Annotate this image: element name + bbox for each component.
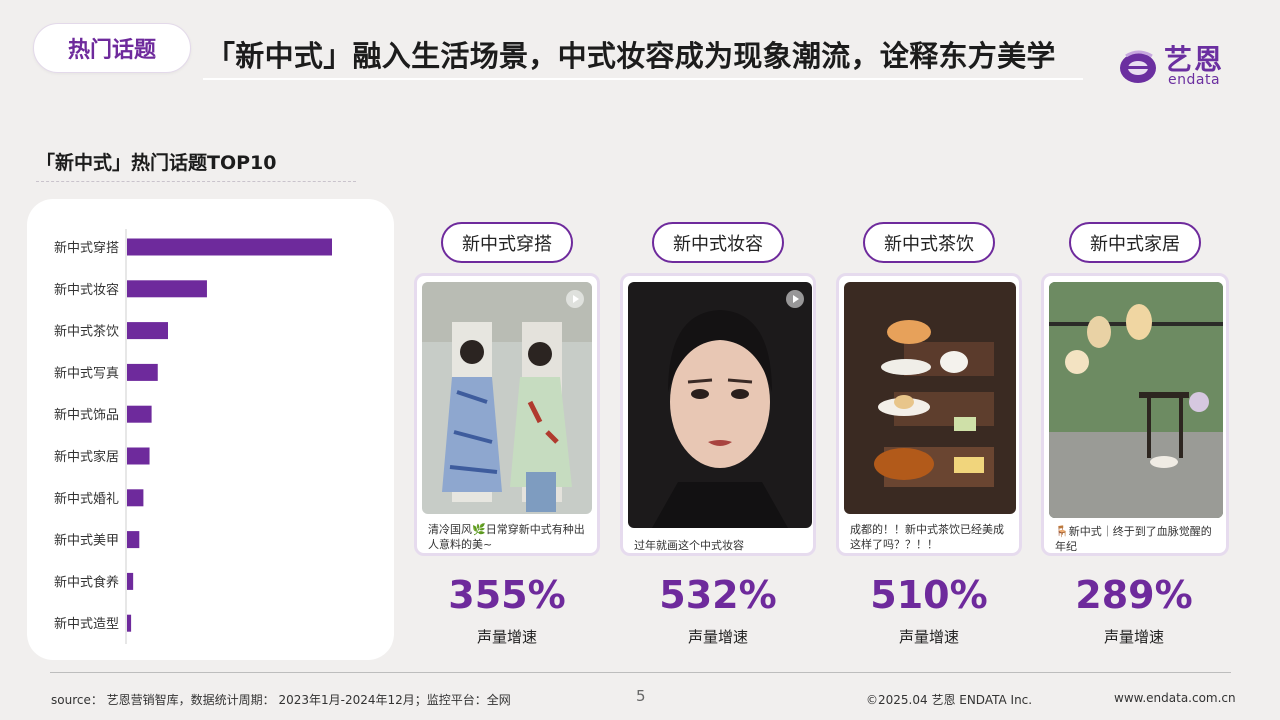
- post-card-tea[interactable]: 成都的！！新中式茶饮已经美成 这样了吗？？！！: [836, 273, 1022, 556]
- topic-tag: 热门话题: [33, 23, 191, 73]
- category-tick-label: 新中式美甲: [54, 533, 119, 549]
- logo-english-text: endata: [1168, 72, 1221, 88]
- play-icon: [786, 290, 804, 308]
- category-tick-label: 新中式妆容: [54, 282, 119, 298]
- category-tick-label: 新中式婚礼: [54, 491, 119, 507]
- growth-value-tea: 510%: [870, 573, 988, 617]
- growth-label-tea: 声量增速: [898, 628, 959, 646]
- post-caption-makeup: 过年就画这个中式妆容: [634, 538, 744, 553]
- title-underline: [203, 78, 1083, 80]
- category-pill-makeup: 新中式妆容: [652, 222, 784, 263]
- category-tick-label: 新中式造型: [54, 616, 119, 632]
- caption-line: 成都的！！新中式茶饮已经美成: [850, 523, 1004, 536]
- chart-title: 「新中式」热门话题TOP10: [36, 152, 277, 174]
- growth-label-home: 声量增速: [1103, 628, 1164, 646]
- growth-label-clothing: 声量增速: [476, 628, 537, 646]
- footer-divider: [50, 672, 1231, 673]
- bar: [127, 322, 168, 340]
- footer-url[interactable]: www.endata.com.cn: [1114, 691, 1236, 705]
- page-title: 「新中式」融入生活场景，中式妆容成为现象潮流，诠释东方美学: [206, 39, 1056, 73]
- ranking-bar-chart: 新中式穿搭新中式妆容新中式茶饮新中式写真新中式饰品新中式家居新中式婚礼新中式美甲…: [54, 229, 332, 644]
- post-image-home: [1049, 282, 1223, 518]
- category-tick-label: 新中式穿搭: [54, 240, 119, 256]
- caption-line: 清冷国风🌿日常穿新中式有种出: [428, 523, 585, 536]
- growth-value-home: 289%: [1075, 573, 1193, 617]
- page-number: 5: [636, 687, 646, 705]
- endata-logo: 艺恩 endata: [1114, 38, 1244, 90]
- footer-source: source： 艺恩营销智库，数据统计周期： 2023年1月-2024年12月；…: [51, 693, 511, 707]
- bar: [127, 614, 132, 632]
- post-card-home[interactable]: 🪑新中式｜终于到了血脉觉醒的 年纪: [1041, 273, 1229, 556]
- growth-label-makeup: 声量增速: [687, 628, 748, 646]
- ranking-chart-card: 新中式穿搭新中式妆容新中式茶饮新中式写真新中式饰品新中式家居新中式婚礼新中式美甲…: [27, 199, 394, 660]
- post-card-clothing[interactable]: 清冷国风🌿日常穿新中式有种出 人意料的美~: [414, 273, 600, 556]
- post-card-makeup[interactable]: 过年就画这个中式妆容: [620, 273, 816, 556]
- caption-line: 这样了吗？？！！: [850, 538, 938, 551]
- bar: [127, 572, 134, 590]
- subtitle-divider: [36, 181, 356, 182]
- category-tick-label: 新中式食养: [54, 574, 119, 590]
- post-image-tea: [844, 282, 1016, 514]
- bar: [127, 489, 144, 507]
- category-pill-home: 新中式家居: [1069, 222, 1201, 263]
- category-tick-label: 新中式家居: [54, 449, 119, 465]
- category-tick-label: 新中式饰品: [54, 407, 119, 423]
- bar: [127, 531, 140, 549]
- caption-line: 🪑新中式｜终于到了血脉觉醒的: [1055, 525, 1212, 538]
- caption-line: 过年就画这个中式妆容: [634, 539, 744, 552]
- post-caption-home: 🪑新中式｜终于到了血脉觉醒的 年纪: [1055, 524, 1212, 554]
- bar: [127, 447, 150, 465]
- bar: [127, 280, 207, 298]
- growth-value-makeup: 532%: [659, 573, 777, 617]
- caption-line: 年纪: [1055, 540, 1077, 553]
- post-image-makeup: [628, 282, 812, 528]
- bar: [127, 238, 332, 256]
- growth-value-clothing: 355%: [448, 573, 566, 617]
- post-caption-clothing: 清冷国风🌿日常穿新中式有种出 人意料的美~: [428, 522, 585, 552]
- post-image-clothing: [422, 282, 592, 514]
- bar: [127, 405, 152, 423]
- caption-line: 人意料的美~: [428, 538, 493, 551]
- play-icon: [566, 290, 584, 308]
- category-pill-clothing: 新中式穿搭: [441, 222, 573, 263]
- category-tick-label: 新中式茶饮: [54, 324, 119, 340]
- bar: [127, 363, 158, 381]
- category-pill-tea: 新中式茶饮: [863, 222, 995, 263]
- category-tick-label: 新中式写真: [54, 365, 119, 381]
- post-caption-tea: 成都的！！新中式茶饮已经美成 这样了吗？？！！: [850, 522, 1004, 552]
- endata-logo-icon: [1120, 50, 1156, 83]
- footer-copyright: ©2025.04 艺恩 ENDATA Inc.: [866, 693, 1033, 707]
